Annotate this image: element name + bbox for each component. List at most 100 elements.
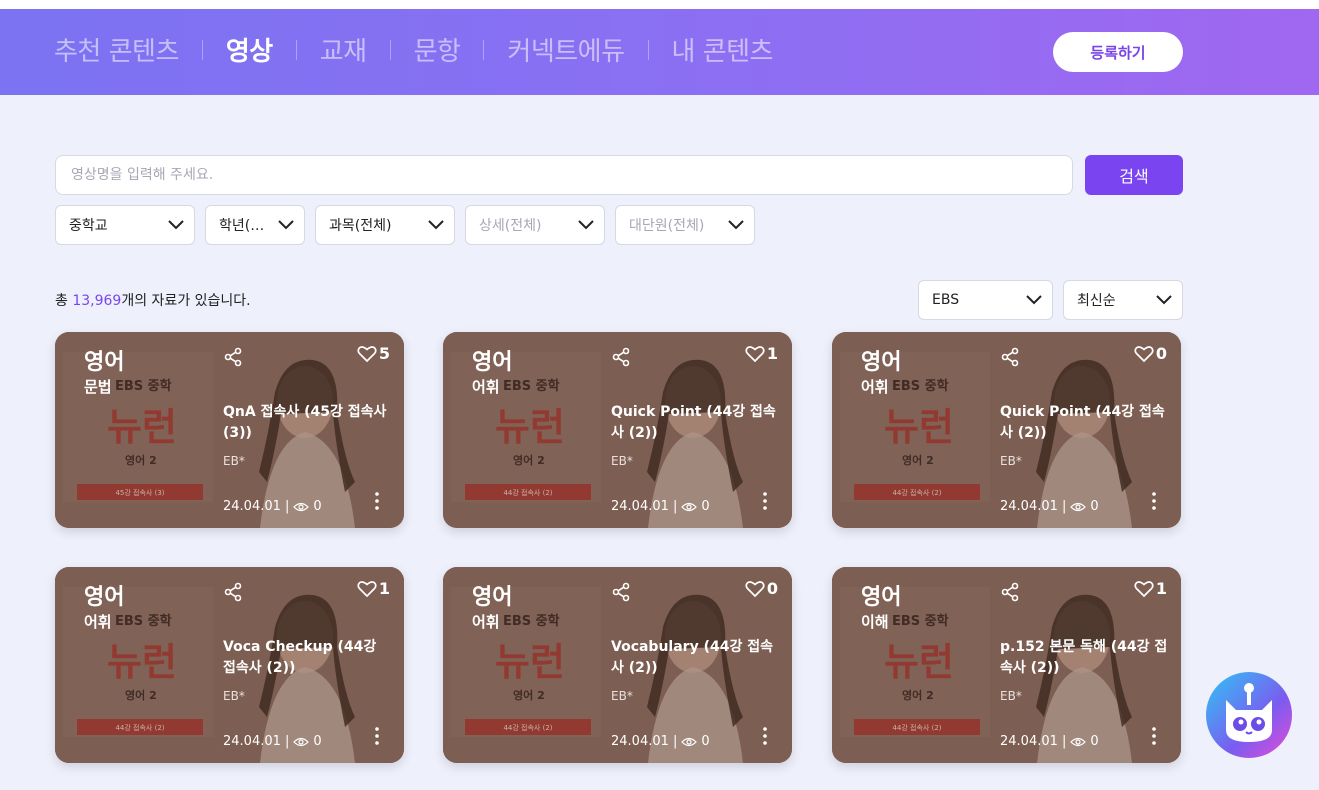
card-meta: 24.04.01 | 0 <box>1000 499 1099 514</box>
card-category: 어휘 <box>861 378 889 396</box>
card-date: 24.04.01 <box>1000 734 1058 749</box>
nav-separator <box>201 39 203 60</box>
nav-video[interactable]: 영상 <box>226 31 273 68</box>
card-date: 24.04.01 <box>223 499 281 514</box>
card-date: 24.04.01 <box>1000 499 1058 514</box>
like-button[interactable]: 1 <box>1134 579 1167 598</box>
like-button[interactable]: 5 <box>357 344 390 363</box>
chatbot-mascot-button[interactable] <box>1206 672 1292 758</box>
grade-select[interactable]: 학년(… <box>205 205 305 245</box>
nav-my-content[interactable]: 내 콘텐츠 <box>672 31 774 68</box>
more-vertical-icon[interactable] <box>367 725 387 747</box>
like-button[interactable]: 1 <box>745 344 778 363</box>
card-meta: 24.04.01 | 0 <box>223 734 322 749</box>
meta-divider: | <box>1057 734 1067 749</box>
card-title[interactable]: Vocabulary (44강 접속사 (2)) <box>611 637 781 679</box>
card-title[interactable]: Voca Checkup (44강 접속사 (2)) <box>223 637 393 679</box>
eye-icon <box>1070 502 1087 511</box>
heart-icon <box>357 580 377 597</box>
like-button[interactable]: 0 <box>745 579 778 598</box>
chevron-down-icon <box>278 220 294 230</box>
chevron-down-icon <box>1026 295 1042 305</box>
result-prefix: 총 <box>55 293 73 309</box>
more-vertical-icon[interactable] <box>1144 725 1164 747</box>
video-card[interactable]: EBS 중학 뉴런 영어 2 44강 접속사 (2) 영어 어휘 0 Vocab… <box>443 567 792 763</box>
heart-icon <box>745 580 765 597</box>
card-title[interactable]: Quick Point (44강 접속사 (2)) <box>611 402 781 444</box>
eye-icon <box>293 502 310 511</box>
school-level-select[interactable]: 중학교 <box>55 205 195 245</box>
register-button[interactable]: 등록하기 <box>1053 32 1183 72</box>
more-vertical-icon[interactable] <box>755 490 775 512</box>
nav-separator <box>389 39 391 60</box>
view-count: 0 <box>1090 499 1099 514</box>
like-button[interactable]: 0 <box>1134 344 1167 363</box>
more-vertical-icon[interactable] <box>1144 490 1164 512</box>
search-input[interactable] <box>55 155 1073 195</box>
card-subject: 영어 <box>861 585 902 610</box>
view-count: 0 <box>701 499 710 514</box>
nav-textbook[interactable]: 교재 <box>320 31 367 68</box>
share-icon[interactable] <box>223 347 243 367</box>
unit-select[interactable]: 대단원(전체) <box>615 205 755 245</box>
meta-divider: | <box>1057 499 1067 514</box>
meta-divider: | <box>668 499 678 514</box>
like-count: 5 <box>378 344 390 363</box>
card-meta: 24.04.01 | 0 <box>611 734 710 749</box>
heart-icon <box>745 345 765 362</box>
card-title[interactable]: p.152 본문 독해 (44강 접속사 (2)) <box>1000 637 1170 679</box>
video-card[interactable]: EBS 중학 뉴런 영어 2 44강 접속사 (2) 영어 어휘 1 Quick… <box>443 332 792 528</box>
select-value: 중학교 <box>69 218 108 234</box>
card-category: 어휘 <box>472 378 500 396</box>
share-icon[interactable] <box>1000 582 1020 602</box>
eye-icon <box>1070 737 1087 746</box>
nav-separator <box>647 39 649 60</box>
sort-select[interactable]: 최신순 <box>1063 280 1183 320</box>
share-icon[interactable] <box>611 347 631 367</box>
view-count: 0 <box>701 734 710 749</box>
card-date: 24.04.01 <box>611 499 669 514</box>
card-subject: 영어 <box>472 350 513 375</box>
subject-select[interactable]: 과목(전체) <box>315 205 455 245</box>
card-meta: 24.04.01 | 0 <box>611 499 710 514</box>
card-author: EB* <box>223 454 245 468</box>
eye-icon <box>681 737 698 746</box>
card-title[interactable]: Quick Point (44강 접속사 (2)) <box>1000 402 1170 444</box>
like-count: 0 <box>766 579 778 598</box>
chevron-down-icon <box>1156 295 1172 305</box>
share-icon[interactable] <box>1000 347 1020 367</box>
heart-icon <box>357 345 377 362</box>
card-category: 어휘 <box>472 613 500 631</box>
chevron-down-icon <box>578 220 594 230</box>
like-button[interactable]: 1 <box>357 579 390 598</box>
card-author: EB* <box>1000 454 1022 468</box>
like-count: 1 <box>766 344 778 363</box>
share-icon[interactable] <box>611 582 631 602</box>
more-vertical-icon[interactable] <box>367 490 387 512</box>
share-icon[interactable] <box>223 582 243 602</box>
source-select[interactable]: EBS <box>918 280 1053 320</box>
chevron-down-icon <box>168 220 184 230</box>
nav-recommended[interactable]: 추천 콘텐츠 <box>54 31 179 68</box>
nav-connect-edu[interactable]: 커넥트에듀 <box>507 31 625 68</box>
chevron-down-icon <box>728 220 744 230</box>
select-value: EBS <box>932 292 960 308</box>
header: 추천 콘텐츠 영상 교재 문항 커넥트에듀 내 콘텐츠 등록하기 <box>0 9 1319 95</box>
video-card[interactable]: EBS 중학 뉴런 영어 2 45강 접속사 (3) 영어 문법 5 QnA 접… <box>55 332 404 528</box>
video-card[interactable]: EBS 중학 뉴런 영어 2 44강 접속사 (2) 영어 이해 1 p.152… <box>832 567 1181 763</box>
view-count: 0 <box>313 734 322 749</box>
select-value: 최신순 <box>1077 293 1116 309</box>
card-category: 문법 <box>84 378 112 396</box>
card-title[interactable]: QnA 접속사 (45강 접속사 (3)) <box>223 402 393 444</box>
meta-divider: | <box>280 499 290 514</box>
card-author: EB* <box>223 689 245 703</box>
nav-questions[interactable]: 문항 <box>414 31 461 68</box>
video-card[interactable]: EBS 중학 뉴런 영어 2 44강 접속사 (2) 영어 어휘 1 Voca … <box>55 567 404 763</box>
like-count: 1 <box>1155 579 1167 598</box>
more-vertical-icon[interactable] <box>755 725 775 747</box>
video-card[interactable]: EBS 중학 뉴런 영어 2 44강 접속사 (2) 영어 어휘 0 Quick… <box>832 332 1181 528</box>
card-subject: 영어 <box>84 350 125 375</box>
detail-select[interactable]: 상세(전체) <box>465 205 605 245</box>
search-button[interactable]: 검색 <box>1085 155 1183 195</box>
select-value: 학년(… <box>219 218 265 234</box>
